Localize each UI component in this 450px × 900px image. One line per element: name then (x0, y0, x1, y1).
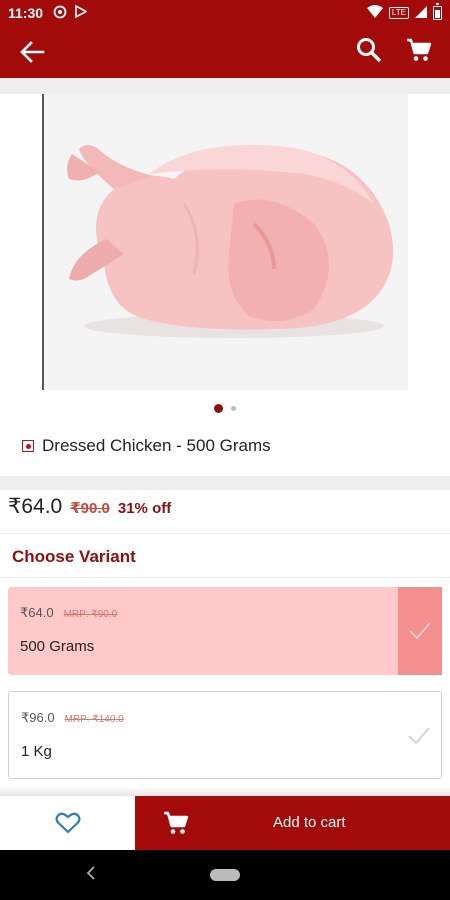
cart-icon (407, 38, 432, 61)
variant-price: ₹64.0 (20, 605, 54, 620)
variant-heading: Choose Variant (12, 547, 136, 566)
variant-divider (0, 577, 450, 578)
product-title: Dressed Chicken - 500 Grams (42, 436, 271, 455)
status-bar: 11:30 LTE (0, 0, 450, 26)
notification-icon (53, 5, 67, 22)
pager-dot-active (214, 404, 223, 413)
price-divider (0, 533, 450, 534)
app-bar-actions (356, 37, 432, 68)
carousel-indicator (0, 404, 450, 413)
top-divider (0, 78, 450, 94)
variant-check-area (398, 587, 442, 675)
variant-card-500-grams[interactable]: ₹64.0 MRP: ₹90.0 500 Grams (8, 587, 442, 675)
variant-mrp: MRP: ₹90.0 (63, 609, 118, 620)
chevron-left-icon (86, 866, 95, 880)
status-right-icons: LTE (366, 3, 442, 21)
non-veg-icon (22, 440, 34, 452)
variant-name: 1 Kg (21, 743, 52, 760)
variant-check-area (397, 692, 441, 780)
heart-icon (55, 812, 80, 834)
back-arrow-icon (20, 41, 45, 63)
discount-label: 31% off (117, 500, 172, 517)
variant-mrp: MRP: ₹140.0 (64, 714, 124, 725)
search-icon (357, 37, 382, 62)
wifi-icon (366, 5, 383, 21)
wishlist-button[interactable] (0, 796, 135, 850)
cart-button[interactable] (406, 37, 432, 68)
pager-dot (231, 406, 236, 411)
product-image (44, 94, 408, 390)
variant-price-row: ₹96.0 MRP: ₹140.0 (21, 710, 124, 726)
system-back-button[interactable] (86, 866, 96, 885)
check-icon (409, 622, 431, 640)
product-image-carousel[interactable] (0, 94, 450, 394)
system-home-button[interactable] (210, 869, 240, 881)
back-button[interactable] (18, 38, 46, 66)
app-bar (0, 26, 450, 78)
check-icon (408, 727, 430, 745)
status-time: 11:30 (8, 5, 44, 21)
price-row: ₹64.0 ₹90.0 31% off (8, 494, 171, 519)
play-store-icon (75, 4, 88, 21)
system-nav-bar (0, 850, 450, 900)
mrp-price: ₹90.0 (70, 500, 110, 517)
signal-icon (415, 5, 427, 21)
bottom-bar-shadow (0, 786, 450, 796)
variant-name: 500 Grams (20, 638, 95, 655)
add-to-cart-label: Add to cart (273, 814, 346, 831)
search-button[interactable] (356, 37, 382, 68)
variant-price: ₹96.0 (21, 710, 55, 725)
lte-badge: LTE (388, 7, 409, 19)
selling-price: ₹64.0 (8, 495, 63, 518)
bottom-action-bar: Add to cart (0, 796, 450, 850)
cart-icon (163, 810, 189, 840)
variant-card-1-kg[interactable]: ₹96.0 MRP: ₹140.0 1 Kg (8, 691, 442, 779)
battery-icon (433, 3, 442, 20)
add-to-cart-button[interactable]: Add to cart (135, 796, 450, 850)
section-divider (0, 476, 450, 490)
variant-price-row: ₹64.0 MRP: ₹90.0 (20, 605, 117, 621)
product-title-row: Dressed Chicken - 500 Grams (22, 436, 271, 456)
